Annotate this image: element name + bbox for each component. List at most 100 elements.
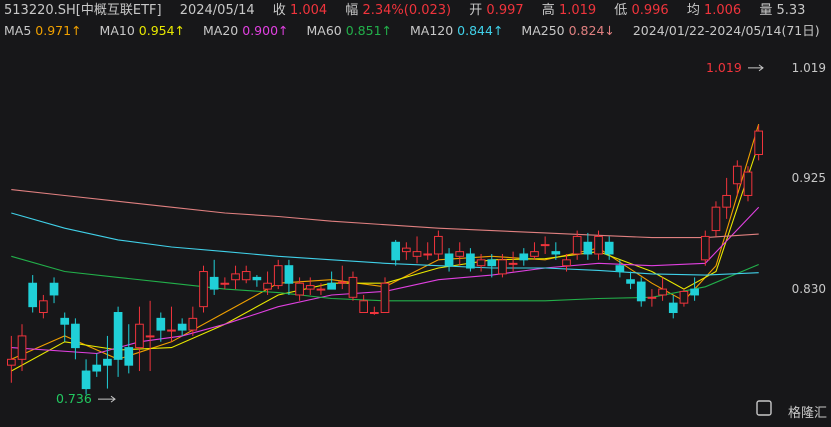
candle-body <box>103 358 112 366</box>
candle-body <box>380 282 390 314</box>
candle-body <box>135 323 144 349</box>
ma120-legend: MA120 0.844↑ <box>409 23 504 38</box>
candle-body <box>700 235 710 261</box>
watermark-logo: 格隆汇 <box>787 406 827 421</box>
candle-body <box>39 300 48 314</box>
candle-body <box>17 335 27 360</box>
candle-body <box>743 171 753 196</box>
ma5-legend: MA5 0.971↑ <box>4 23 82 38</box>
candle-body <box>604 241 614 255</box>
candle-body <box>316 288 326 291</box>
ma10-legend: MA10 0.954↑ <box>99 23 186 38</box>
close-value: 1.004 <box>289 3 328 18</box>
candle-body <box>60 317 70 325</box>
candle-body <box>188 317 198 331</box>
candle-body <box>647 296 657 299</box>
candle-body <box>594 235 603 255</box>
candle-body <box>337 281 347 284</box>
candle-body <box>562 259 571 267</box>
candle-body <box>572 235 582 255</box>
high-marker-arrow <box>748 64 764 72</box>
candle-body <box>220 282 230 285</box>
candle-body <box>327 282 336 290</box>
kline-chart[interactable]: 1.019 0.925 0.830 1.019 0.736 513220.SH[中概互联… <box>0 0 831 427</box>
ma10-line <box>11 143 760 372</box>
volume-label: 量 <box>759 3 773 18</box>
volume-value: 5.33 <box>776 3 806 18</box>
candle-body <box>199 271 208 308</box>
y-tick-label: 0.925 <box>792 171 826 185</box>
candle-body <box>167 329 176 332</box>
candle-body <box>402 247 411 253</box>
date-label: 2024/05/14 <box>179 3 255 18</box>
candle-body <box>412 251 422 257</box>
candle-body <box>658 288 667 296</box>
change-value: 2.34%(0.023) <box>362 3 452 18</box>
symbol-label: 513220.SH[中概互联ETF] <box>4 3 162 18</box>
close-label: 收 <box>272 3 286 18</box>
candle-body <box>81 370 91 390</box>
candle-body <box>722 194 731 208</box>
watermark-icon <box>756 400 772 416</box>
candle-body <box>177 323 187 331</box>
ma20-legend: MA20 0.900↑ <box>203 23 289 38</box>
candle-body <box>284 265 294 284</box>
candle-body <box>263 282 272 290</box>
open-label: 开 <box>469 3 483 18</box>
candle-body <box>711 206 721 232</box>
candle-body <box>71 323 80 349</box>
candle-body <box>583 241 593 255</box>
candle-body <box>359 300 368 314</box>
candle-body <box>690 288 699 296</box>
candle-body <box>145 335 155 338</box>
candle-body <box>391 241 401 261</box>
high-value: 1.019 <box>558 3 597 18</box>
low-marker-label: 0.736 <box>56 391 92 406</box>
candle-body <box>551 251 561 255</box>
candle-body <box>49 282 59 296</box>
candle-body <box>530 251 539 257</box>
open-value: 0.997 <box>486 3 524 18</box>
candle-body <box>519 253 529 261</box>
candle-body <box>626 279 635 284</box>
candle-body <box>423 253 433 256</box>
candle-body <box>434 235 443 255</box>
candle-body <box>508 262 518 265</box>
candle-body <box>305 285 315 290</box>
candle-body <box>348 276 358 298</box>
low-label: 低 <box>614 3 628 18</box>
y-tick-label: 0.830 <box>792 282 826 296</box>
candle-body <box>466 253 475 269</box>
candle-body <box>668 302 678 314</box>
candle-body <box>295 282 304 296</box>
candle-body <box>369 312 379 315</box>
y-tick-label: 1.019 <box>792 61 826 75</box>
candle-body <box>252 276 262 281</box>
range-label: 2024/01/22-2024/05/14(71日) <box>632 23 820 38</box>
candle-body <box>28 282 38 308</box>
ma250-legend: MA250 0.824↓ <box>521 23 615 38</box>
avg-value: 1.006 <box>703 3 742 18</box>
candle-body <box>498 259 507 275</box>
change-label: 幅 <box>345 3 359 18</box>
candle-body <box>231 273 240 281</box>
candle-body <box>732 165 742 185</box>
low-value: 0.996 <box>631 3 669 18</box>
candle-body <box>92 364 102 372</box>
candle-body <box>444 253 454 267</box>
ma-legend: MA5 0.971↑ MA10 0.954↑ MA20 0.900↑ MA60 … <box>4 21 820 41</box>
ma250-line <box>11 189 759 239</box>
candle-body <box>209 276 219 290</box>
ma60-legend: MA60 0.851↑ <box>306 23 393 38</box>
avg-label: 均 <box>686 3 700 18</box>
candle-body <box>241 271 251 281</box>
candle-body <box>636 281 646 302</box>
candle-body <box>679 290 689 304</box>
candle-body <box>273 265 283 287</box>
candlestick-svg[interactable]: 1.019 0.925 0.830 1.019 0.736 <box>0 0 831 427</box>
ma5-line <box>11 123 760 360</box>
high-label: 高 <box>541 3 555 18</box>
candle-body <box>124 347 134 366</box>
candle-body <box>6 358 16 366</box>
low-marker-arrow <box>98 395 116 403</box>
